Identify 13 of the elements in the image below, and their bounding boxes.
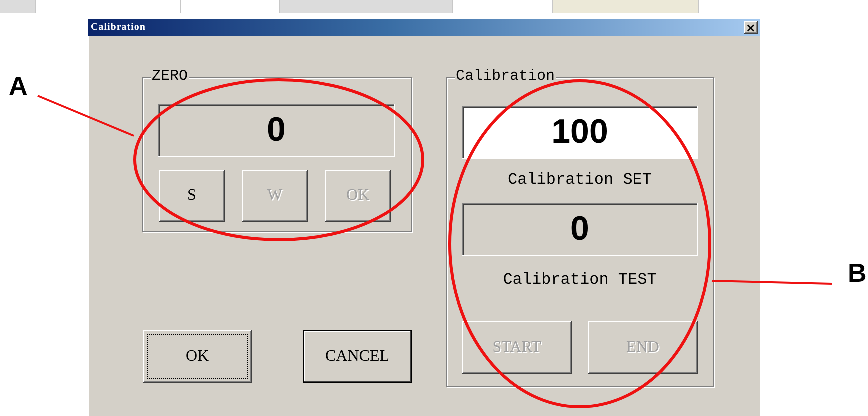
zero-reading: 0 (158, 104, 395, 157)
close-button[interactable]: × (744, 21, 758, 34)
annotation-label: A (9, 72, 28, 100)
field-caption: Calibration SET (506, 171, 654, 189)
set-value-field[interactable]: 100 (462, 106, 698, 159)
test-reading: 0 (462, 203, 698, 256)
annotation-label: B (848, 259, 867, 287)
zero-button[interactable]: S (159, 170, 225, 222)
dialog-button[interactable]: OK (143, 330, 252, 383)
window-title: Calibration (91, 22, 146, 33)
dialog-button[interactable]: CANCEL (303, 330, 412, 383)
sheet-cell (0, 0, 36, 13)
field-caption: Calibration TEST (502, 271, 658, 289)
